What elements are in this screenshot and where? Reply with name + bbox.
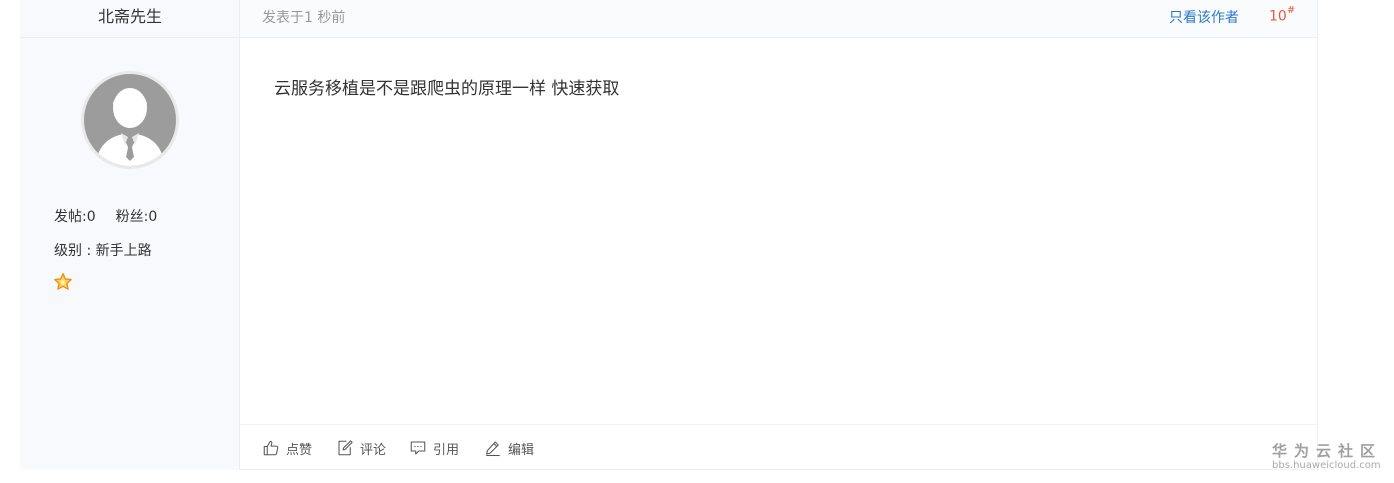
author-level: 级别 : 新手上路 [54, 243, 152, 259]
like-button[interactable]: 点赞 [262, 437, 312, 459]
post-time: 发表于1 秒前 [262, 10, 346, 26]
forum-post: 北斋先生 发帖:0 粉丝:0 级别 : 新手上路 发表于1 秒前 只看该作者 1… [20, 0, 1318, 470]
floor-mark: # [1286, 5, 1296, 16]
thumbs-up-icon [263, 440, 279, 456]
site-watermark: 华为云社区 bbs.huaweicloud.com [1272, 442, 1384, 472]
floor-number[interactable]: 10# [1269, 5, 1296, 25]
quote-label: 引用 [433, 442, 460, 458]
post-count[interactable]: 发帖:0 [54, 209, 96, 225]
author-name[interactable]: 北斋先生 [20, 0, 240, 38]
comment-button[interactable]: 评论 [336, 437, 386, 459]
quote-button[interactable]: 引用 [409, 437, 459, 459]
comment-label: 评论 [360, 442, 387, 458]
edit-note-icon [338, 440, 353, 456]
post-content: 云服务移植是不是跟爬虫的原理一样 快速获取 [274, 79, 620, 99]
chat-bubble-icon [410, 441, 426, 455]
post-actions: 点赞 评论 引用 编辑 [240, 424, 1317, 470]
fans-count[interactable]: 粉丝:0 [116, 209, 158, 225]
watermark-url: bbs.huaweicloud.com [1272, 460, 1381, 471]
edit-label: 编辑 [508, 442, 535, 458]
floor-number-value: 10 [1269, 8, 1287, 25]
like-label: 点赞 [286, 442, 313, 458]
author-sidebar: 北斋先生 发帖:0 粉丝:0 级别 : 新手上路 [20, 0, 240, 470]
pencil-icon [486, 441, 500, 457]
avatar[interactable] [81, 71, 179, 169]
edit-button[interactable]: 编辑 [484, 437, 534, 459]
only-author-link[interactable]: 只看该作者 [1169, 7, 1239, 27]
star-icon [54, 273, 72, 290]
post-header: 发表于1 秒前 只看该作者 10# [240, 0, 1317, 38]
watermark-name: 华为云社区 [1272, 442, 1383, 460]
author-stats: 发帖:0 粉丝:0 [54, 206, 157, 226]
